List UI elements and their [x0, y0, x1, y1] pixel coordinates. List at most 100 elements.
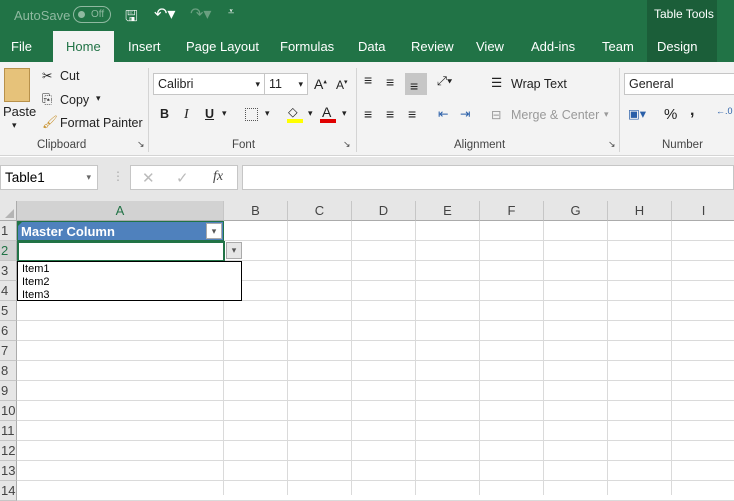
accounting-format-icon[interactable]: ▣▾: [628, 106, 646, 121]
row-header-4[interactable]: 4: [0, 281, 17, 301]
column-header-e[interactable]: E: [416, 201, 480, 221]
row-header-1[interactable]: 1: [0, 221, 17, 241]
row-header-11[interactable]: 11: [0, 421, 17, 441]
name-box[interactable]: Table1 ▾: [0, 165, 98, 190]
row-header-6[interactable]: 6: [0, 321, 17, 341]
undo-icon[interactable]: ↶▾: [154, 4, 175, 24]
row-header-2[interactable]: 2: [0, 241, 17, 261]
number-group-label: Number: [662, 139, 703, 151]
copy-dropdown-icon[interactable]: ▾: [96, 93, 101, 104]
tab-add-ins[interactable]: Add-ins: [525, 31, 581, 62]
row-header-7[interactable]: 7: [0, 341, 17, 361]
column-header-a[interactable]: A: [17, 201, 224, 221]
dropdown-item[interactable]: Item2: [22, 276, 237, 289]
column-header-d[interactable]: D: [352, 201, 416, 221]
title-bar: AutoSave Off 🖫 ↶▾ ↷▾ ⩡ Table Tools: [0, 0, 734, 31]
font-color-dropdown-icon[interactable]: ▾: [342, 108, 347, 119]
tab-design[interactable]: Design: [647, 31, 717, 62]
cell-a1-table-header[interactable]: Master Column: [17, 221, 224, 241]
row-header-14[interactable]: 14: [0, 481, 17, 501]
font-color-icon[interactable]: A: [322, 104, 331, 120]
decrease-indent-icon[interactable]: ⇤: [438, 106, 448, 121]
insert-function-button[interactable]: fx: [213, 169, 223, 185]
column-header-i[interactable]: I: [672, 201, 734, 221]
borders-dropdown-icon[interactable]: ▾: [265, 108, 270, 119]
row-header-12[interactable]: 12: [0, 441, 17, 461]
row-header-13[interactable]: 13: [0, 461, 17, 481]
merge-dropdown-icon[interactable]: ▾: [604, 109, 609, 120]
wrap-text-button[interactable]: Wrap Text: [511, 77, 567, 91]
enter-icon[interactable]: ✓: [176, 169, 189, 187]
validation-dropdown-button[interactable]: ▾: [226, 242, 242, 259]
formula-input[interactable]: [242, 165, 734, 190]
gridline: [17, 480, 734, 481]
paste-icon[interactable]: [4, 68, 30, 102]
dropdown-item[interactable]: Item3: [22, 289, 237, 302]
autosave-toggle[interactable]: Off: [73, 6, 111, 23]
increase-decimal-icon[interactable]: ←.0: [716, 106, 733, 116]
dropdown-item[interactable]: Item1: [22, 263, 237, 276]
tab-file[interactable]: File: [5, 31, 38, 62]
column-header-h[interactable]: H: [608, 201, 672, 221]
row-header-8[interactable]: 8: [0, 361, 17, 381]
increase-font-icon[interactable]: A▴: [314, 76, 327, 92]
bold-button[interactable]: B: [160, 107, 169, 121]
align-right-icon[interactable]: ≡: [408, 106, 416, 122]
increase-indent-icon[interactable]: ⇥: [460, 106, 470, 121]
copy-button[interactable]: Copy: [60, 93, 89, 107]
filter-dropdown-button[interactable]: ▾: [206, 223, 222, 239]
row-header-10[interactable]: 10: [0, 401, 17, 421]
italic-button[interactable]: I: [184, 107, 189, 123]
row-header-5[interactable]: 5: [0, 301, 17, 321]
merge-center-button[interactable]: Merge & Center: [511, 108, 599, 122]
row-header-3[interactable]: 3: [0, 261, 17, 281]
decrease-font-icon[interactable]: A▾: [336, 78, 348, 92]
fill-color-dropdown-icon[interactable]: ▾: [308, 108, 313, 119]
number-format-select[interactable]: General: [624, 73, 734, 95]
align-middle-icon[interactable]: ≡: [386, 74, 394, 90]
cut-button[interactable]: Cut: [60, 69, 79, 83]
fill-color-icon[interactable]: ◇: [288, 104, 298, 119]
align-bottom-icon[interactable]: ≡: [405, 73, 427, 95]
column-header-g[interactable]: G: [544, 201, 608, 221]
align-top-icon[interactable]: ≡: [364, 72, 372, 88]
tab-page-layout[interactable]: Page Layout: [180, 31, 265, 62]
redo-icon[interactable]: ↷▾: [190, 4, 211, 24]
clipboard-launcher-icon[interactable]: ↘: [137, 139, 145, 150]
align-left-icon[interactable]: ≡: [364, 106, 372, 122]
alignment-launcher-icon[interactable]: ↘: [608, 139, 616, 150]
underline-dropdown-icon[interactable]: ▾: [222, 108, 227, 119]
column-header-c[interactable]: C: [288, 201, 352, 221]
save-icon[interactable]: 🖫: [125, 6, 138, 31]
row-header-9[interactable]: 9: [0, 381, 17, 401]
customize-qat-icon[interactable]: ⩡: [228, 6, 234, 19]
orientation-icon[interactable]: ⤢▾: [437, 74, 452, 89]
tab-formulas[interactable]: Formulas: [274, 31, 340, 62]
column-header-f[interactable]: F: [480, 201, 544, 221]
percent-button[interactable]: %: [664, 106, 677, 123]
font-size-select[interactable]: 11 ▾: [264, 73, 308, 95]
gridline: [351, 221, 352, 495]
select-all-button[interactable]: [0, 201, 17, 221]
paste-button[interactable]: Paste: [3, 104, 36, 119]
worksheet-grid: A B C D E F G H I 1 2 3 4 5 6 7 8 9 10 11 12 13 14 Ma…: [0, 201, 734, 501]
tab-data[interactable]: Data: [352, 31, 391, 62]
underline-button[interactable]: U: [205, 107, 214, 121]
tab-team[interactable]: Team: [596, 31, 640, 62]
column-header-b[interactable]: B: [224, 201, 288, 221]
font-launcher-icon[interactable]: ↘: [343, 139, 351, 150]
tab-insert[interactable]: Insert: [122, 31, 167, 62]
comma-button[interactable]: ,: [690, 102, 694, 120]
tab-view[interactable]: View: [470, 31, 510, 62]
font-name-select[interactable]: Calibri ▾: [153, 73, 265, 95]
cell-a2-active[interactable]: [17, 241, 225, 262]
tab-review[interactable]: Review: [405, 31, 460, 62]
cancel-icon[interactable]: ✕: [142, 169, 155, 187]
format-painter-button[interactable]: Format Painter: [60, 116, 143, 130]
tab-home[interactable]: Home: [53, 31, 114, 62]
borders-icon[interactable]: [245, 108, 258, 121]
autosave-label: AutoSave: [14, 8, 71, 23]
align-center-icon[interactable]: ≡: [386, 106, 394, 122]
ribbon-tabs: File Home Insert Page Layout Formulas Da…: [0, 31, 734, 62]
paste-dropdown-icon[interactable]: ▾: [12, 120, 17, 131]
